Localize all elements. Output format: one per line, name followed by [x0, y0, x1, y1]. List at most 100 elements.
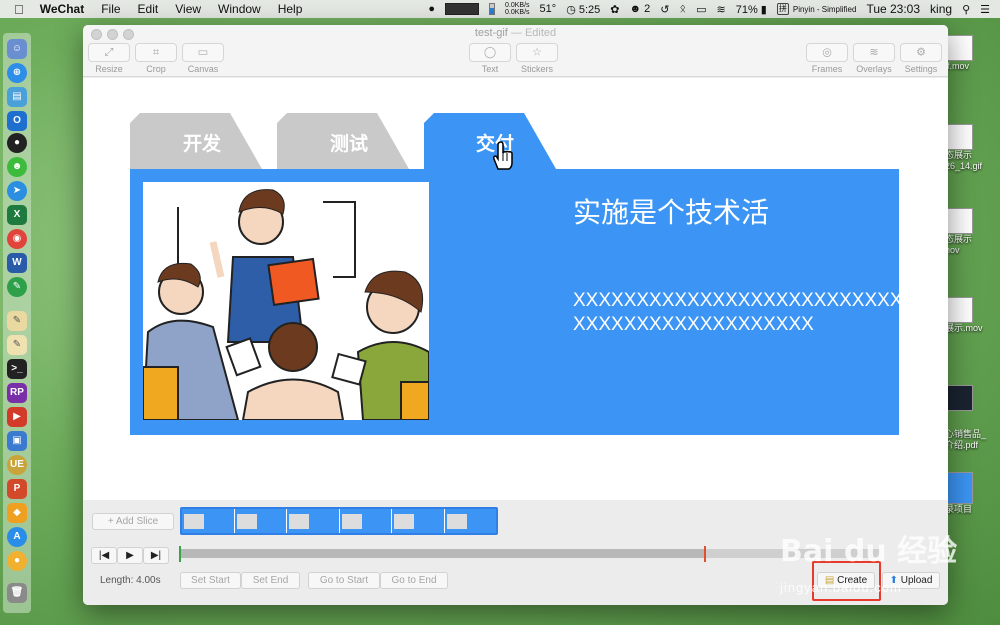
set-end-button[interactable]: Set End — [241, 572, 300, 589]
skip-back-icon: |◀ — [98, 550, 110, 561]
file-thumbnail — [945, 385, 973, 411]
go-to-start-button[interactable]: Go to Start — [308, 572, 380, 589]
resize-button[interactable]: ⤢ Resize — [88, 43, 130, 74]
file-thumbnail — [945, 297, 973, 323]
menu-file[interactable]: File — [101, 2, 120, 16]
timeline-selection — [180, 549, 705, 558]
notification-center-icon[interactable]: ☰ — [980, 3, 990, 16]
desktop-file-3[interactable]: 态展示 nov — [945, 208, 1000, 256]
network-speed[interactable]: 0.0KB/s 0.0KB/s — [505, 2, 530, 16]
user-name[interactable]: king — [930, 2, 952, 16]
cpu-graph-icon[interactable] — [445, 3, 480, 15]
play-button[interactable]: ▶ — [117, 547, 143, 564]
hand-cursor-icon — [490, 141, 516, 176]
word-icon[interactable]: W — [7, 253, 27, 273]
wechat-status[interactable]: ☻ 2 — [629, 3, 650, 15]
desktop-file-2[interactable]: 态展示 26_14.gif — [945, 124, 1000, 172]
canvas-button[interactable]: ▭ Canvas — [182, 43, 224, 74]
terminal-icon[interactable]: >_ — [7, 359, 27, 379]
feishu-icon[interactable]: ➤ — [7, 181, 27, 201]
safari-icon[interactable]: ⊕ — [7, 63, 27, 83]
excel-icon[interactable]: X — [7, 205, 27, 225]
skip-forward-icon: ▶| — [150, 550, 162, 561]
outlook-icon[interactable]: O — [7, 111, 27, 131]
menu-edit[interactable]: Edit — [138, 2, 159, 16]
clock-small-icon: ◷ — [566, 3, 579, 16]
trim-end-handle[interactable] — [704, 546, 706, 562]
go-to-end-button[interactable]: Go to End — [380, 572, 448, 589]
text-button[interactable]: ◯ Text — [469, 43, 511, 74]
file-label: 态展示 26_14.gif — [945, 150, 983, 171]
photos-app-icon[interactable]: ▣ — [7, 431, 27, 451]
textedit-icon[interactable]: ✎ — [7, 311, 27, 331]
frame-thumbnail[interactable] — [182, 509, 235, 533]
window-title: test-gif — Edited — [474, 27, 557, 39]
desktop-file-6[interactable]: 录项目 — [945, 472, 1000, 515]
folder-thumbnail — [945, 472, 973, 504]
evernote-icon[interactable]: ✿ — [610, 3, 619, 16]
wifi-icon[interactable]: ≋ — [716, 3, 725, 16]
set-start-button[interactable]: Set Start — [180, 572, 241, 589]
input-method[interactable]: 拼 Pinyin - Simplified — [776, 3, 856, 15]
timer[interactable]: ◷ 5:25 — [566, 3, 600, 16]
ultraedit-icon[interactable]: UE — [7, 455, 27, 475]
desktop-file-5[interactable]: 心销售品_ 介绍.pdf — [945, 385, 1000, 451]
desktop-file-1[interactable]: if.mov — [945, 35, 1000, 72]
qq-icon[interactable]: ● — [428, 3, 435, 15]
battery-status[interactable]: 71% ▮ — [736, 3, 767, 16]
layers-icon: ≋ — [869, 46, 879, 58]
tab-label: 开发 — [183, 134, 222, 155]
file-label: 心销售品_ 介绍.pdf — [945, 429, 987, 450]
gif-preview-canvas[interactable]: 开发 测试 交付 实施是个技术活 XXXXXXXXXXXXXXXXXXXXXXX… — [83, 78, 948, 500]
wechat-icon: ☻ — [629, 3, 645, 15]
media-player-icon[interactable]: ▶ — [7, 407, 27, 427]
skip-back-button[interactable]: |◀ — [91, 547, 117, 564]
menu-app-name[interactable]: WeChat — [40, 2, 84, 16]
preview-icon[interactable]: ▤ — [7, 87, 27, 107]
frame-thumbnail[interactable] — [392, 509, 445, 533]
trim-start-handle[interactable] — [179, 546, 181, 562]
desktop-file-4[interactable]: 展示.mov — [945, 297, 1000, 334]
evernote-app-icon[interactable]: ✎ — [7, 277, 27, 297]
skip-forward-button[interactable]: ▶| — [143, 547, 169, 564]
qq-app-icon[interactable]: ● — [7, 133, 27, 153]
sketch-icon[interactable]: ◆ — [7, 503, 27, 523]
menu-view[interactable]: View — [175, 2, 201, 16]
trash-icon[interactable]: 🗑 — [7, 583, 27, 603]
app-store-icon[interactable]: A — [7, 527, 27, 547]
frames-button[interactable]: ◎ Frames — [806, 43, 848, 74]
slide-tab-test: 测试 — [277, 113, 409, 169]
axure-rp-icon[interactable]: RP — [7, 383, 27, 403]
frame-thumbnail[interactable] — [234, 509, 287, 533]
display-icon[interactable]: ▭ — [696, 3, 706, 16]
clock[interactable]: Tue 23:03 — [866, 2, 920, 16]
bluetooth-icon[interactable]: ᛟ — [679, 3, 686, 15]
finder-icon[interactable]: ☺ — [7, 39, 27, 59]
time-machine-icon[interactable]: ↺ — [660, 3, 669, 16]
powerpoint-icon[interactable]: P — [7, 479, 27, 499]
wechat-app-icon[interactable]: ☻ — [7, 157, 27, 177]
stickers-button[interactable]: ☆ Stickers — [516, 43, 558, 74]
frame-thumbnail[interactable] — [287, 509, 340, 533]
crop-button[interactable]: ⌗ Crop — [135, 43, 177, 74]
frame-thumbnail[interactable] — [444, 509, 496, 533]
add-slice-button[interactable]: + Add Slice — [92, 513, 174, 530]
temperature[interactable]: 51° — [540, 3, 557, 15]
file-thumbnail — [945, 124, 973, 150]
notes-icon[interactable]: ✎ — [7, 335, 27, 355]
search-icon[interactable]: ⚲ — [962, 3, 970, 16]
status-area: ● 0.0KB/s 0.0KB/s 51° ◷ 5:25 ✿ ☻ 2 ↺ ᛟ ▭… — [428, 0, 1000, 18]
speech-bubble-icon: ◯ — [483, 46, 497, 58]
app-extra-icon[interactable]: ● — [7, 551, 27, 571]
chrome-icon[interactable]: ◉ — [7, 229, 27, 249]
frame-filmstrip[interactable] — [180, 507, 498, 535]
slide-body-text: XXXXXXXXXXXXXXXXXXXXXXXXXXXXXXXXXXXXXXXX… — [573, 290, 903, 335]
overlays-button[interactable]: ≋ Overlays — [853, 43, 895, 74]
menu-help[interactable]: Help — [278, 2, 303, 16]
length-label: Length: 4.00s — [100, 575, 161, 586]
frame-thumbnail[interactable] — [339, 509, 392, 533]
apple-menu-icon[interactable]:  — [14, 2, 24, 17]
settings-button[interactable]: ⚙ Settings — [900, 43, 942, 74]
menu-window[interactable]: Window — [218, 2, 261, 16]
memory-bar-icon[interactable] — [489, 3, 496, 15]
